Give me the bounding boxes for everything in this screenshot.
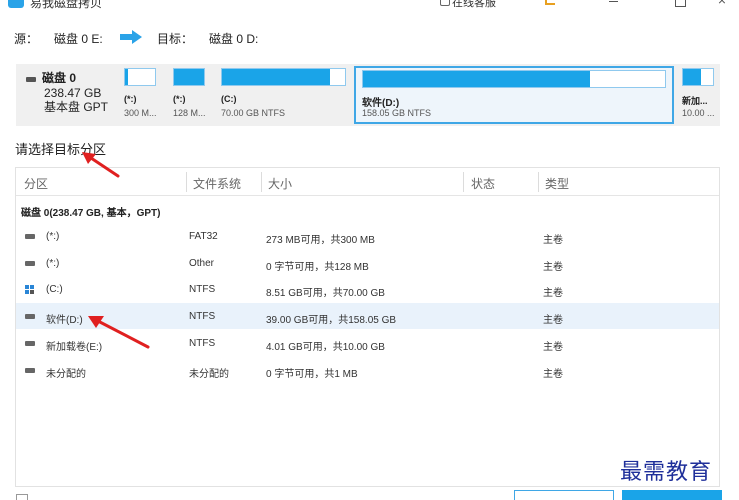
column-header-size[interactable]: 大小 <box>268 175 292 192</box>
column-divider[interactable] <box>538 172 539 192</box>
cell-size: 273 MB可用，共300 MB <box>266 235 375 246</box>
partition-block[interactable]: (*:) 128 M... <box>173 68 206 122</box>
annotation-arrow-icon <box>88 316 150 349</box>
partition-name: (*:) <box>124 94 137 104</box>
partition-usage-fill <box>222 69 331 85</box>
column-header-status[interactable]: 状态 <box>471 175 495 192</box>
partition-usage-bar <box>221 68 346 86</box>
partition-usage-bar <box>362 70 666 88</box>
target-value: 磁盘 0 D: <box>209 32 259 46</box>
partition-block[interactable]: 新加... 10.00 ... <box>682 68 715 122</box>
watermark-logo: 最需教育 <box>620 460 713 485</box>
cell-type: 主卷 <box>543 288 563 299</box>
column-header-type[interactable]: 类型 <box>545 175 569 192</box>
cell-partition: (*:) <box>46 258 60 269</box>
partition-info: 300 M... <box>124 108 157 118</box>
cell-partition: 未分配的 <box>46 369 86 380</box>
drive-icon <box>25 368 35 373</box>
back-button[interactable] <box>514 490 614 500</box>
cell-type: 主卷 <box>543 315 563 326</box>
cell-type: 主卷 <box>543 369 563 380</box>
partition-name: 新加... <box>682 96 708 106</box>
table-row[interactable]: (C:) NTFS 8.51 GB可用，共70.00 GB 主卷 <box>16 276 719 302</box>
cell-type: 主卷 <box>543 342 563 353</box>
cell-size: 0 字节可用，共1 MB <box>266 369 358 380</box>
cell-partition: 软件(D:) <box>46 315 83 326</box>
cell-filesystem: 未分配的 <box>189 369 229 380</box>
partition-info: 10.00 ... <box>682 108 715 118</box>
cell-partition: (*:) <box>46 231 60 242</box>
partition-usage-bar <box>124 68 156 86</box>
app-logo-icon <box>8 0 24 8</box>
cell-size: 39.00 GB可用，共158.05 GB <box>266 315 397 326</box>
source-label: 源： <box>14 32 39 46</box>
table-row[interactable]: (*:) Other 0 字节可用，共128 MB 主卷 <box>16 250 719 276</box>
partition-name: (*:) <box>173 94 186 104</box>
disk-icon <box>26 77 36 82</box>
drive-icon <box>25 234 35 239</box>
partition-block[interactable]: (*:) 300 M... <box>124 68 157 122</box>
cell-size: 4.01 GB可用，共10.00 GB <box>266 342 385 353</box>
disk-map: 磁盘 0 238.47 GB 基本盘 GPT (*:) 300 M... (*:… <box>16 64 720 126</box>
maximize-button[interactable] <box>670 0 690 7</box>
drive-icon <box>25 261 35 266</box>
right-arrow-icon <box>120 30 142 44</box>
drive-icon <box>25 341 35 346</box>
partition-usage-fill <box>125 69 128 85</box>
cell-type: 主卷 <box>543 262 563 273</box>
close-button[interactable]: × <box>712 0 732 8</box>
column-divider[interactable] <box>186 172 187 192</box>
drive-icon <box>25 314 35 319</box>
partition-usage-fill <box>363 71 590 87</box>
partition-usage-fill <box>683 69 701 85</box>
title-bar: 易我磁盘拷贝 在线客服 × <box>0 0 739 12</box>
cart-icon[interactable] <box>545 0 555 5</box>
disk-group-row: 磁盘 0(238.47 GB, 基本，GPT) <box>21 208 161 219</box>
annotation-arrow-icon <box>82 152 120 178</box>
table-row[interactable]: (*:) FAT32 273 MB可用，共300 MB 主卷 <box>16 223 719 249</box>
partition-block[interactable]: (C:) 70.00 GB NTFS <box>221 68 346 122</box>
online-help-link[interactable]: 在线客服 <box>452 0 496 10</box>
column-divider[interactable] <box>463 172 464 192</box>
partition-info: 128 M... <box>173 108 206 118</box>
cell-size: 0 字节可用，共128 MB <box>266 262 369 273</box>
partition-name: 软件(D:) <box>362 98 400 109</box>
partition-name: (C:) <box>221 94 237 104</box>
app-title: 易我磁盘拷贝 <box>30 0 103 10</box>
target-label: 目标： <box>157 32 194 46</box>
cell-size: 8.51 GB可用，共70.00 GB <box>266 288 385 299</box>
cell-filesystem: Other <box>189 258 215 269</box>
disk-type: 基本盘 GPT <box>44 100 109 114</box>
windows-drive-icon <box>25 285 35 290</box>
disk-name: 磁盘 0 <box>42 71 77 85</box>
column-divider[interactable] <box>261 172 262 192</box>
partition-usage-fill <box>174 69 204 85</box>
cell-filesystem: NTFS <box>189 284 216 295</box>
cell-filesystem: NTFS <box>189 311 216 322</box>
cell-filesystem: NTFS <box>189 338 216 349</box>
partition-info: 70.00 GB NTFS <box>221 108 286 118</box>
cell-filesystem: FAT32 <box>189 231 218 242</box>
cell-type: 主卷 <box>543 235 563 246</box>
next-button[interactable] <box>622 490 722 500</box>
partition-usage-bar <box>173 68 205 86</box>
partition-info: 158.05 GB NTFS <box>362 108 432 118</box>
partition-block-selected[interactable]: 软件(D:) 158.05 GB NTFS <box>354 66 674 124</box>
column-header-partition[interactable]: 分区 <box>24 175 48 192</box>
source-value: 磁盘 0 E: <box>54 32 103 46</box>
table-row[interactable]: 未分配的 未分配的 0 字节可用，共1 MB 主卷 <box>16 357 719 383</box>
minimize-button[interactable] <box>604 0 624 7</box>
column-header-filesystem[interactable]: 文件系统 <box>193 175 241 192</box>
cell-partition: (C:) <box>46 284 63 295</box>
disk-size: 238.47 GB <box>44 86 102 100</box>
option-checkbox[interactable] <box>16 494 28 500</box>
chat-icon <box>440 0 450 6</box>
partition-usage-bar <box>682 68 714 86</box>
